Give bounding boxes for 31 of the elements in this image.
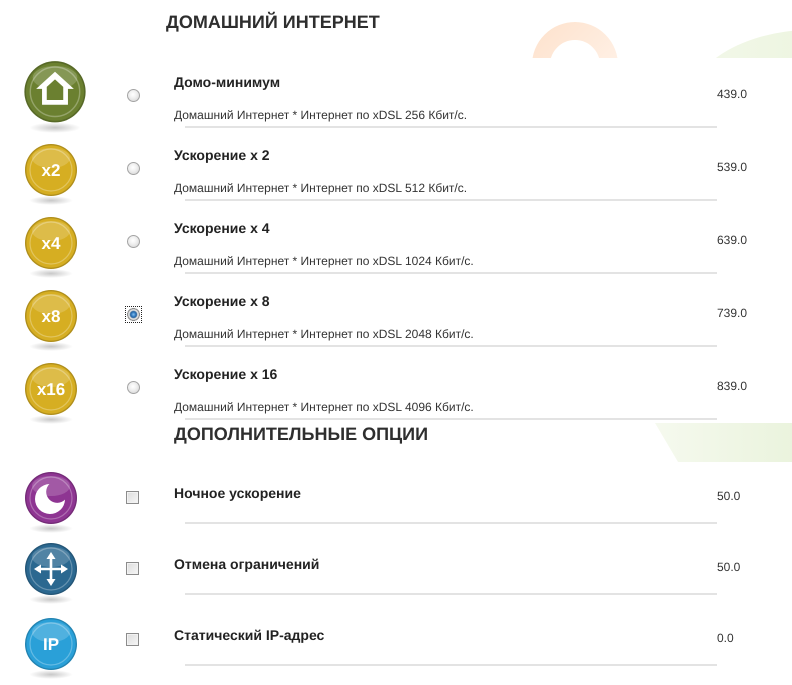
checkbox[interactable] xyxy=(126,491,139,504)
radio-button[interactable] xyxy=(127,381,140,394)
radio-button[interactable] xyxy=(127,235,140,248)
plan-description: Домашний Интернет * Интернет по xDSL 1024 Кбит/с. xyxy=(174,253,475,269)
radio-button[interactable] xyxy=(125,306,142,323)
plan-description: Домашний Интернет * Интернет по xDSL 512 Кбит/с. xyxy=(174,180,468,196)
plan-description: Домашний Интернет * Интернет по xDSL 2048 Кбит/с. xyxy=(174,326,475,342)
plan-name: Отмена ограничений xyxy=(174,555,320,574)
plan-description: Домашний Интернет * Интернет по xDSL 256 Кбит/с. xyxy=(174,107,468,123)
plan-name: Домо-минимум xyxy=(174,73,282,92)
plan-name: Статический IP-адрес xyxy=(174,626,326,645)
checkbox[interactable] xyxy=(126,562,139,575)
price-text: 739.0 xyxy=(717,305,748,321)
price-text: 50.0 xyxy=(717,488,740,504)
plan-name: Ускорение x 8 xyxy=(174,292,271,311)
plan-name: Ускорение x 16 xyxy=(174,365,278,384)
plan-name: Ускорение x 2 xyxy=(174,146,271,165)
section-heading: ДОМАШНИЙ ИНТЕРНЕТ xyxy=(166,10,380,34)
price-text: 639.0 xyxy=(717,232,748,248)
plan-name: Ускорение x 4 xyxy=(174,219,271,238)
price-text: 50.0 xyxy=(717,559,740,575)
radio-button[interactable] xyxy=(127,89,140,102)
price-text: 539.0 xyxy=(717,159,748,175)
price-text: 839.0 xyxy=(717,378,748,394)
section-heading: ДОПОЛНИТЕЛЬНЫЕ ОПЦИИ xyxy=(174,423,428,446)
plan-name: Ночное ускорение xyxy=(174,484,302,503)
checkbox[interactable] xyxy=(126,633,139,646)
price-text: 439.0 xyxy=(717,86,748,102)
radio-button[interactable] xyxy=(127,162,140,175)
price-text: 0.0 xyxy=(717,630,734,646)
plan-description: Домашний Интернет * Интернет по xDSL 4096 Кбит/с. xyxy=(174,399,475,415)
